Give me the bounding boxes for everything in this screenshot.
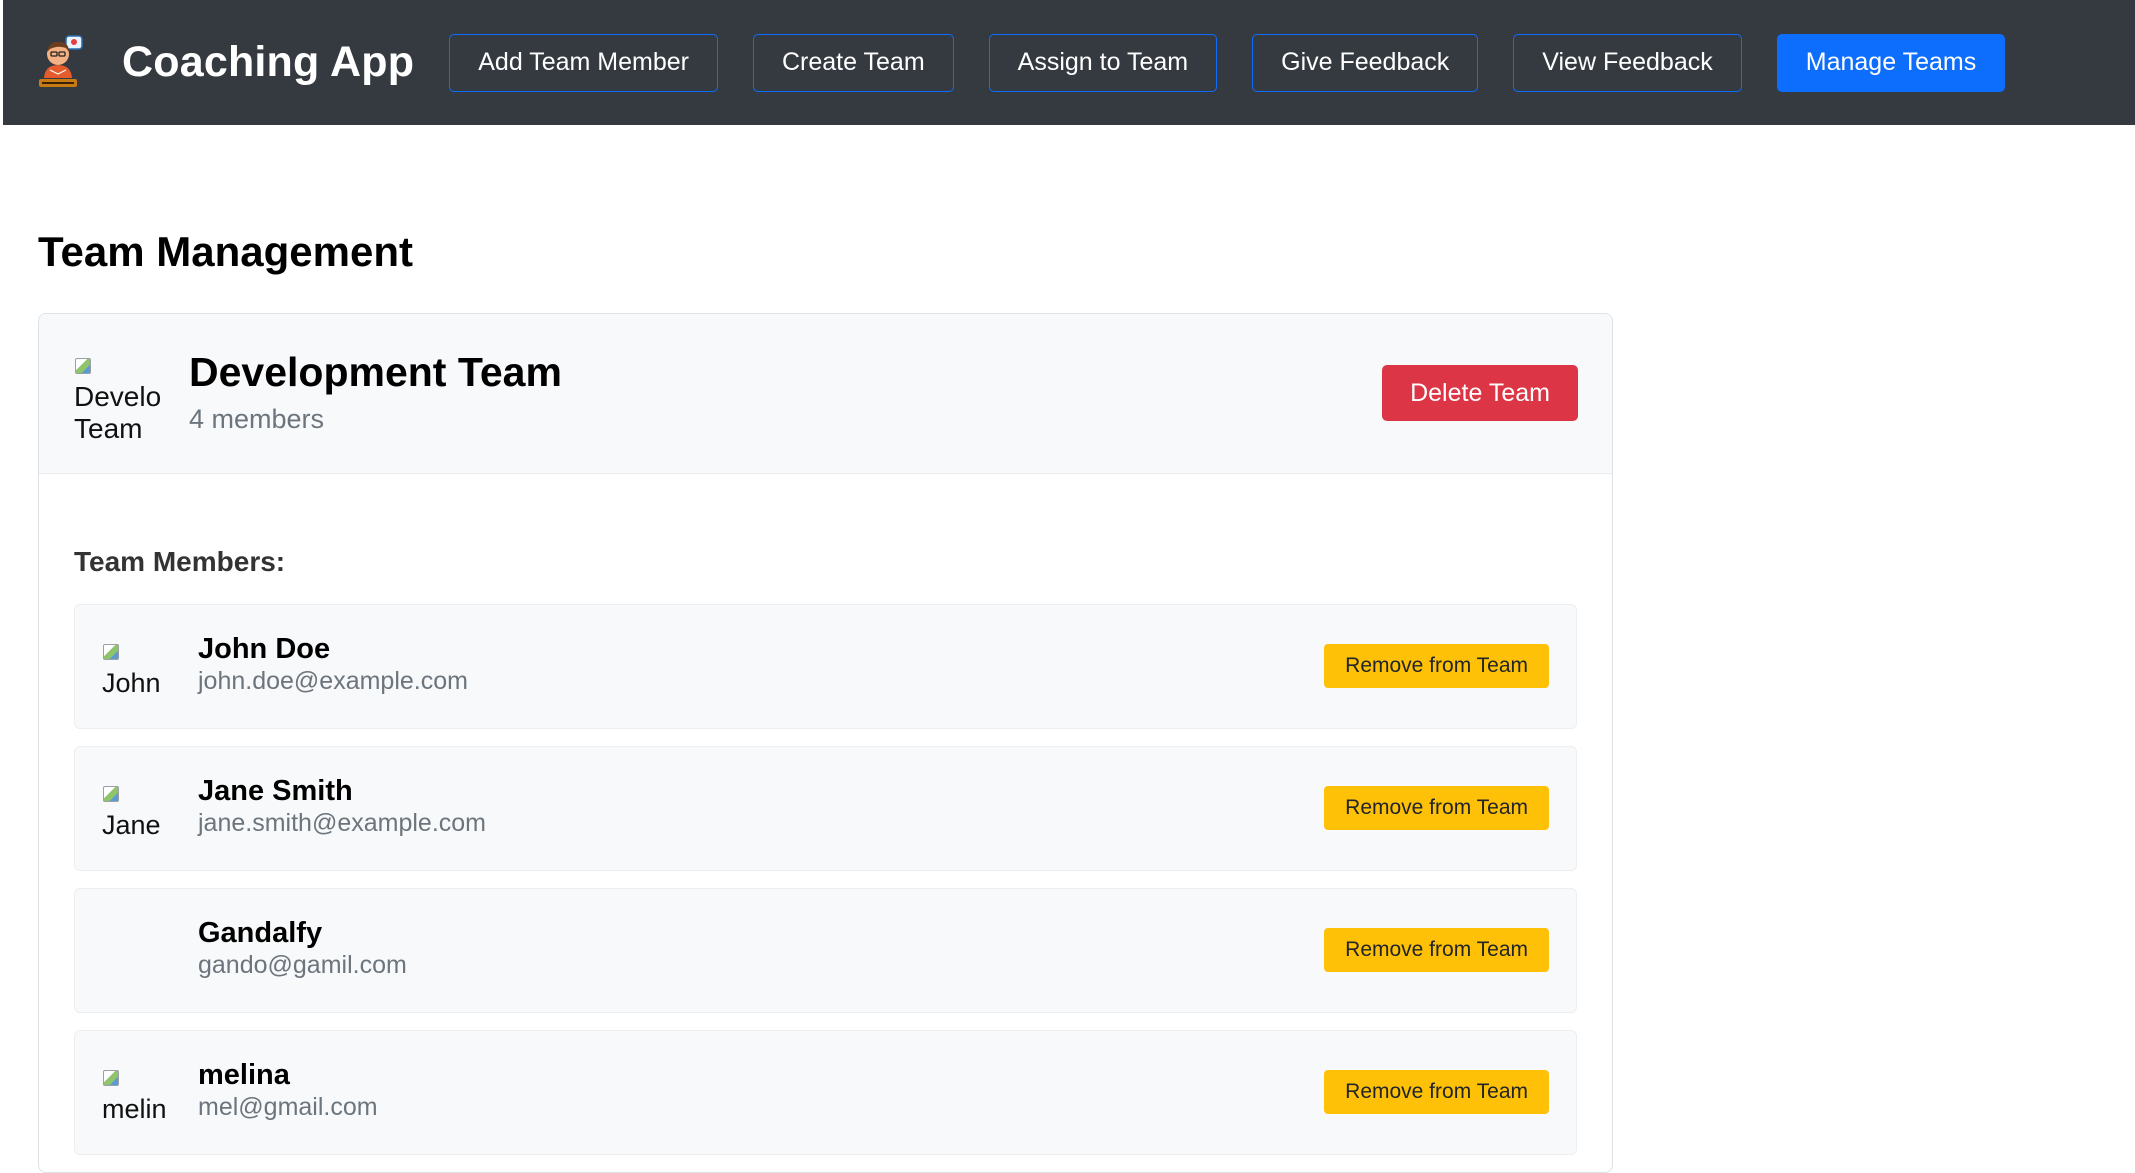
member-avatar: melin — [102, 1061, 166, 1125]
member-row: melin melina mel@gmail.com Remove from T… — [74, 1030, 1577, 1155]
member-email: john.doe@example.com — [198, 667, 468, 695]
team-card-header: Develo Team Development Team 4 members D… — [39, 314, 1612, 474]
member-name: melina — [198, 1059, 290, 1091]
team-card: Develo Team Development Team 4 members D… — [38, 313, 1613, 1173]
team-name: Development Team — [189, 349, 562, 395]
broken-image-icon — [102, 786, 120, 802]
coach-mascot-icon — [36, 34, 94, 92]
remove-from-team-button[interactable]: Remove from Team — [1324, 928, 1549, 972]
nav-buttons: Add Team Member Create Team Assign to Te… — [449, 33, 2040, 92]
member-row: John John Doe john.doe@example.com Remov… — [74, 604, 1577, 729]
app-title: Coaching App — [122, 38, 415, 86]
remove-from-team-button[interactable]: Remove from Team — [1324, 1070, 1549, 1114]
member-email: gando@gamil.com — [198, 951, 407, 979]
member-name: Gandalfy — [198, 917, 323, 949]
create-team-button[interactable]: Create Team — [752, 33, 954, 92]
assign-to-team-button[interactable]: Assign to Team — [988, 33, 1218, 92]
member-avatar-alt: melin — [102, 1094, 166, 1124]
member-avatar: John — [102, 635, 166, 699]
member-row: Jane Jane Smith jane.smith@example.com R… — [74, 746, 1577, 871]
team-member-count: 4 members — [189, 404, 325, 434]
add-team-member-button[interactable]: Add Team Member — [449, 33, 718, 92]
give-feedback-button[interactable]: Give Feedback — [1252, 33, 1479, 92]
member-email: mel@gmail.com — [198, 1093, 378, 1121]
brand[interactable]: Coaching App — [36, 34, 414, 92]
broken-image-icon — [102, 644, 120, 660]
team-image: Develo Team — [74, 349, 164, 441]
member-name: John Doe — [198, 633, 331, 665]
page-title: Team Management — [38, 228, 413, 275]
team-image-alt: Develo Team — [74, 381, 162, 441]
member-row: Gandalfy gando@gamil.com Remove from Tea… — [74, 888, 1577, 1013]
navbar: Coaching App Add Team Member Create Team… — [3, 0, 2135, 125]
view-feedback-button[interactable]: View Feedback — [1513, 33, 1742, 92]
member-list: John John Doe john.doe@example.com Remov… — [74, 604, 1577, 1172]
broken-image-icon — [74, 358, 92, 374]
broken-image-icon — [102, 1070, 120, 1086]
member-email: jane.smith@example.com — [198, 809, 486, 837]
remove-from-team-button[interactable]: Remove from Team — [1324, 786, 1549, 830]
member-avatar-alt: John — [102, 668, 161, 698]
team-members-heading: Team Members: — [74, 546, 286, 577]
delete-team-button[interactable]: Delete Team — [1382, 365, 1578, 421]
member-avatar-alt: Jane — [102, 810, 161, 840]
remove-from-team-button[interactable]: Remove from Team — [1324, 644, 1549, 688]
manage-teams-button[interactable]: Manage Teams — [1776, 33, 2006, 92]
member-avatar: Jane — [102, 777, 166, 841]
member-name: Jane Smith — [198, 775, 353, 807]
